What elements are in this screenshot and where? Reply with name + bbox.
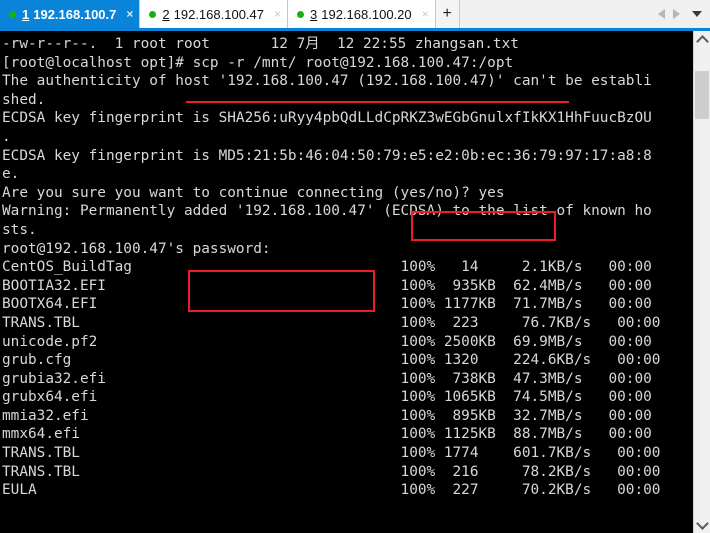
terminal-line: The authenticity of host '192.168.100.47… (2, 73, 652, 90)
vertical-scrollbar[interactable] (693, 31, 710, 533)
terminal-window: 1 192.168.100.7 × 2 192.168.100.47 × 3 1… (0, 0, 710, 533)
terminal-line: TRANS.TBL 100% 223 76.7KB/s 00:00 (2, 314, 661, 331)
scroll-up-button[interactable] (694, 31, 710, 48)
scrollbar-thumb[interactable] (695, 71, 709, 119)
tab-number: 2 (162, 6, 170, 22)
chevron-right-icon[interactable] (673, 9, 680, 19)
tab-3[interactable]: 3 192.168.100.20 × (288, 0, 436, 28)
new-tab-button[interactable]: + (435, 0, 460, 28)
terminal-line: grubx64.efi 100% 1065KB 74.5MB/s 00:00 (2, 389, 652, 406)
connection-status-icon (149, 10, 157, 18)
terminal-line: mmia32.efi 100% 895KB 32.7MB/s 00:00 (2, 407, 652, 424)
terminal-line: grubia32.efi 100% 738KB 47.3MB/s 00:00 (2, 370, 652, 387)
tab-nav-controls (658, 0, 710, 28)
chevron-down-icon (695, 516, 709, 530)
connection-status-icon (297, 10, 305, 18)
terminal-line: Warning: Permanently added '192.168.100.… (2, 203, 652, 220)
terminal-line: Are you sure you want to continue connec… (2, 184, 505, 201)
terminal-line: . (2, 128, 11, 145)
terminal-line: CentOS_BuildTag 100% 14 2.1KB/s 00:00 (2, 259, 652, 276)
terminal-line: ECDSA key fingerprint is MD5:21:5b:46:04… (2, 147, 652, 164)
terminal-output[interactable]: -rw-r--r--. 1 root root 12 7月 12 22:55 z… (0, 31, 693, 533)
close-icon[interactable]: × (422, 8, 429, 20)
terminal-line: [root@localhost opt]# scp -r /mnt/ root@… (2, 54, 514, 71)
close-icon[interactable]: × (274, 8, 281, 20)
tab-label: 192.168.100.47 (173, 6, 264, 22)
terminal-line: EULA 100% 227 70.2KB/s 00:00 (2, 482, 661, 499)
tab-label: 192.168.100.7 (33, 6, 117, 22)
tab-1[interactable]: 1 192.168.100.7 × (0, 0, 141, 28)
terminal-line: TRANS.TBL 100% 1774 601.7KB/s 00:00 (2, 445, 661, 462)
terminal-line: BOOTX64.EFI 100% 1177KB 71.7MB/s 00:00 (2, 296, 652, 313)
terminal-line: root@192.168.100.47's password: (2, 240, 271, 257)
terminal-line: e. (2, 166, 20, 183)
terminal-line: -rw-r--r--. 1 root root 12 7月 12 22:55 z… (2, 36, 519, 52)
chevron-up-icon (695, 34, 709, 48)
chevron-down-icon[interactable] (692, 11, 702, 17)
tab-list: 1 192.168.100.7 × 2 192.168.100.47 × 3 1… (0, 0, 460, 28)
chevron-left-icon[interactable] (658, 9, 665, 19)
terminal-line: shed. (2, 91, 46, 108)
tab-number: 1 (22, 6, 30, 22)
terminal-line: grub.cfg 100% 1320 224.6KB/s 00:00 (2, 352, 661, 369)
tab-bar: 1 192.168.100.7 × 2 192.168.100.47 × 3 1… (0, 0, 710, 31)
tab-bar-spacer (459, 0, 658, 28)
terminal-text: -rw-r--r--. 1 root root 12 7月 12 22:55 z… (2, 35, 693, 500)
terminal-line: ECDSA key fingerprint is SHA256:uRyy4pbQ… (2, 110, 652, 127)
terminal-line: TRANS.TBL 100% 216 78.2KB/s 00:00 (2, 463, 661, 480)
connection-status-icon (9, 10, 16, 18)
close-icon[interactable]: × (126, 8, 133, 20)
tab-number: 3 (310, 6, 318, 22)
tab-2[interactable]: 2 192.168.100.47 × (140, 0, 289, 28)
terminal-line: unicode.pf2 100% 2500KB 69.9MB/s 00:00 (2, 333, 652, 350)
tab-label: 192.168.100.20 (321, 6, 412, 22)
terminal-line: mmx64.efi 100% 1125KB 88.7MB/s 00:00 (2, 426, 652, 443)
terminal-line: BOOTIA32.EFI 100% 935KB 62.4MB/s 00:00 (2, 277, 652, 294)
scroll-down-button[interactable] (694, 516, 710, 533)
terminal-body: -rw-r--r--. 1 root root 12 7月 12 22:55 z… (0, 31, 710, 533)
terminal-line: sts. (2, 221, 37, 238)
